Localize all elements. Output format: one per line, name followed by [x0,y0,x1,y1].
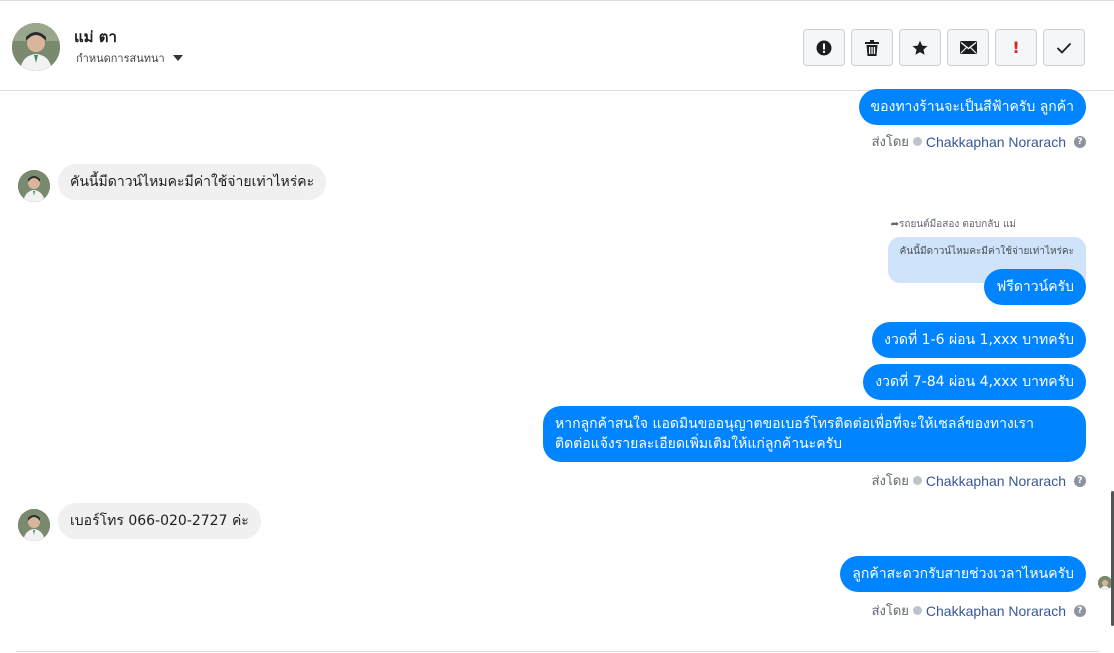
sent-by-label: ส่งโดย [871,474,909,489]
page-title: แม่ ตา [74,28,117,46]
exclamation-icon: ! [1012,38,1020,57]
conversation-header: แม่ ตา กำหนดการสนทนา ! [0,0,1114,91]
help-icon[interactable]: ? [1074,474,1086,487]
trash-icon [865,39,879,56]
report-button[interactable] [803,29,845,66]
outgoing-message[interactable]: ฟรีดาวน์ครับ [984,269,1086,305]
reply-arrow-icon: ➦ [890,219,900,230]
message-thread: ของทางร้านจะเป็นสีฟ้าครับ ลูกค้า ส่งโดย … [0,89,1114,653]
help-icon[interactable]: ? [1074,135,1086,148]
outgoing-message[interactable]: ลูกค้าสะดวกรับสายช่วงเวลาไหนครับ [840,556,1086,592]
caret-down-icon [172,55,183,61]
important-button[interactable]: ! [995,29,1037,66]
sent-by-line: ส่งโดย Chakkaphan Norarach ? [872,600,1086,621]
conversation-settings-label: กำหนดการสนทนา [76,52,165,65]
check-icon [1056,42,1072,54]
admin-icon [912,137,922,146]
divider [16,651,1100,652]
star-icon [912,40,928,55]
report-icon [816,40,832,55]
sender-link[interactable]: Chakkaphan Norarach [926,603,1066,619]
outgoing-message[interactable]: หากลูกค้าสนใจ แอดมินขออนุญาตขอเบอร์โทรติ… [543,406,1086,462]
reply-note-text: รถยนต์มือสอง ตอบกลับ แม่ [899,219,1016,230]
incoming-message[interactable]: เบอร์โทร 066-020-2727 ค่ะ [58,503,261,539]
sent-by-label: ส่งโดย [871,135,909,150]
mark-unread-button[interactable] [947,29,989,66]
sender-link[interactable]: Chakkaphan Norarach [926,473,1066,489]
admin-icon [912,606,922,615]
sent-by-line: ส่งโดย Chakkaphan Norarach ? [872,131,1086,152]
sender-link[interactable]: Chakkaphan Norarach [926,134,1066,150]
admin-icon [912,476,922,485]
done-button[interactable] [1043,29,1085,66]
sent-by-label: ส่งโดย [871,604,909,619]
reply-note: ➦รถยนต์มือสอง ตอบกลับ แม่ [891,217,1016,232]
outgoing-message[interactable]: งวดที่ 7-84 ผ่อน 4,xxx บาทครับ [863,364,1086,400]
star-button[interactable] [899,29,941,66]
outgoing-message[interactable]: งวดที่ 1-6 ผ่อน 1,xxx บาทครับ [872,322,1086,358]
avatar[interactable] [12,23,60,71]
outgoing-message[interactable]: ของทางร้านจะเป็นสีฟ้าครับ ลูกค้า [858,89,1086,125]
avatar[interactable] [18,509,50,541]
read-receipt-avatar [1098,576,1112,590]
action-toolbar: ! [803,29,1085,66]
avatar[interactable] [18,170,50,202]
envelope-icon [959,41,977,54]
conversation-settings-dropdown[interactable]: กำหนดการสนทนา [76,49,183,67]
incoming-message[interactable]: คันนี้มีดาวน์ไหมคะมีค่าใช้จ่ายเท่าไหร่คะ [58,164,327,200]
sent-by-line: ส่งโดย Chakkaphan Norarach ? [872,470,1086,491]
delete-button[interactable] [851,29,893,66]
help-icon[interactable]: ? [1074,604,1086,617]
